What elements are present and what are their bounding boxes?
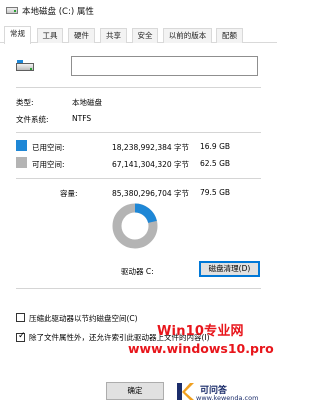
tab-hardware[interactable]: 硬件: [68, 28, 95, 43]
free-space-swatch: [16, 157, 27, 168]
used-space-bytes: 18,238,992,384 字节: [112, 143, 190, 152]
kewenda-logo-icon: [177, 383, 194, 400]
divider: [16, 288, 261, 289]
capacity-bytes: 85,380,296,704 字节: [112, 189, 190, 198]
type-value: 本地磁盘: [72, 98, 102, 107]
type-label: 类型:: [16, 98, 34, 107]
index-checkbox[interactable]: ✓: [16, 331, 26, 342]
hard-drive-icon: [16, 60, 34, 72]
drive-letter-label: 驱动器 C:: [121, 267, 154, 276]
drive-icon: [6, 7, 18, 14]
usage-donut-chart: [112, 203, 158, 249]
site-badge: 可问答 www.kewenda.com: [174, 381, 274, 403]
capacity-label: 容量:: [60, 189, 78, 198]
divider: [16, 178, 261, 179]
filesystem-label: 文件系统:: [16, 115, 49, 124]
drive-name-input[interactable]: [71, 56, 258, 76]
tab-strip: 常规 工具 硬件 共享 安全 以前的版本 配额: [0, 26, 277, 44]
badge-url: www.kewenda.com: [196, 394, 259, 402]
divider: [16, 132, 261, 133]
free-space-size: 62.5 GB: [200, 159, 231, 168]
compress-label: 压缩此驱动器以节约磁盘空间(C): [29, 314, 138, 323]
title-bar: 本地磁盘 (C:) 属性: [0, 0, 277, 22]
compress-checkbox[interactable]: [16, 313, 25, 322]
tab-previous-versions[interactable]: 以前的版本: [163, 28, 212, 43]
tab-quota[interactable]: 配额: [216, 28, 243, 43]
disk-cleanup-button[interactable]: 磁盘清理(D): [199, 261, 260, 277]
free-space-bytes: 67,141,304,320 字节: [112, 160, 190, 169]
capacity-size: 79.5 GB: [200, 188, 231, 197]
window-title: 本地磁盘 (C:) 属性: [22, 7, 94, 17]
tab-security[interactable]: 安全: [132, 28, 158, 43]
used-space-label: 已用空间:: [32, 143, 65, 152]
watermark-title: Win10专业网: [157, 324, 244, 339]
watermark-url: www.windows10.pro: [128, 341, 274, 356]
ok-button[interactable]: 确定: [106, 382, 164, 400]
divider: [16, 87, 261, 88]
tab-sharing[interactable]: 共享: [100, 28, 127, 43]
tab-general[interactable]: 常规: [4, 26, 31, 44]
used-space-size: 16.9 GB: [200, 142, 231, 151]
tab-tools[interactable]: 工具: [37, 28, 63, 43]
free-space-label: 可用空间:: [32, 160, 65, 169]
filesystem-value: NTFS: [72, 114, 92, 123]
used-space-swatch: [16, 140, 27, 151]
